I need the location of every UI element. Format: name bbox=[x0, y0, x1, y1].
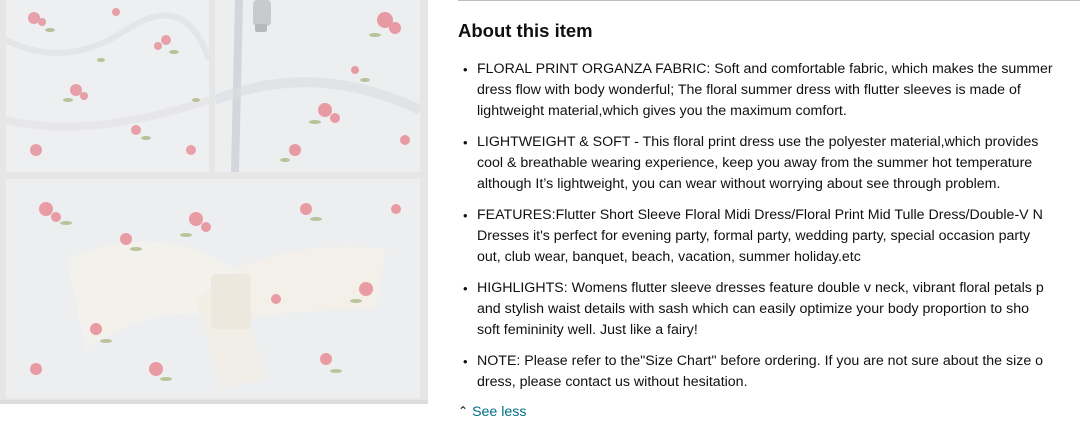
bullet-text-line: out, club wear, banquet, beach, vacation… bbox=[477, 249, 861, 265]
product-detail-page: About this item FLORAL PRINT ORGANZA FAB… bbox=[0, 0, 1080, 429]
feature-bullet-list: FLORAL PRINT ORGANZA FABRIC: Soft and co… bbox=[458, 59, 1080, 403]
about-this-item-section: About this item FLORAL PRINT ORGANZA FAB… bbox=[458, 0, 1080, 429]
see-less-label: See less bbox=[472, 404, 527, 420]
product-image-bow-sash-detail[interactable] bbox=[6, 179, 420, 398]
bullet-text-line: NOTE: Please refer to the"Size Chart" be… bbox=[477, 353, 1044, 369]
feature-bullet: FEATURES:Flutter Short Sleeve Floral Mid… bbox=[458, 205, 1080, 268]
product-image-zipper-detail[interactable] bbox=[215, 0, 420, 172]
bullet-text-line: soft femininity well. Just like a fairy! bbox=[477, 322, 698, 338]
feature-bullet: NOTE: Please refer to the"Size Chart" be… bbox=[458, 351, 1080, 393]
bullet-text-line: and stylish waist details with sash whic… bbox=[477, 301, 1030, 317]
see-less-link[interactable]: ⌃ See less bbox=[458, 402, 526, 422]
feature-bullet: FLORAL PRINT ORGANZA FABRIC: Soft and co… bbox=[458, 59, 1080, 122]
bullet-text-line: LIGHTWEIGHT & SOFT - This floral print d… bbox=[477, 134, 1039, 150]
bullet-text-line: dress flow with body wonderful; The flor… bbox=[477, 82, 1021, 98]
feature-bullet: LIGHTWEIGHT & SOFT - This floral print d… bbox=[458, 132, 1080, 195]
product-image-shoulder-detail[interactable] bbox=[6, 0, 209, 172]
bullet-text-line: FEATURES:Flutter Short Sleeve Floral Mid… bbox=[477, 207, 1043, 223]
bullet-text-line: HIGHLIGHTS: Womens flutter sleeve dresse… bbox=[477, 280, 1044, 296]
section-divider bbox=[458, 0, 1080, 1]
feature-bullet: HIGHLIGHTS: Womens flutter sleeve dresse… bbox=[458, 278, 1080, 341]
section-title: About this item bbox=[458, 20, 593, 41]
bullet-text-line: although It’s lightweight, you can wear … bbox=[477, 176, 1001, 192]
gallery-divider bbox=[0, 400, 428, 404]
bullet-text-line: Dresses it's perfect for evening party, … bbox=[477, 228, 1031, 244]
bullet-text-line: cool & breathable wearing experience, ke… bbox=[477, 155, 1033, 171]
bullet-text-line: dress, please contact us without hesitat… bbox=[477, 374, 748, 390]
chevron-up-icon: ⌃ bbox=[458, 404, 469, 418]
bullet-text-line: FLORAL PRINT ORGANZA FABRIC: Soft and co… bbox=[477, 61, 1053, 77]
bullet-text-line: lightweight material,which gives you the… bbox=[477, 103, 847, 119]
product-image-gallery bbox=[0, 0, 428, 404]
